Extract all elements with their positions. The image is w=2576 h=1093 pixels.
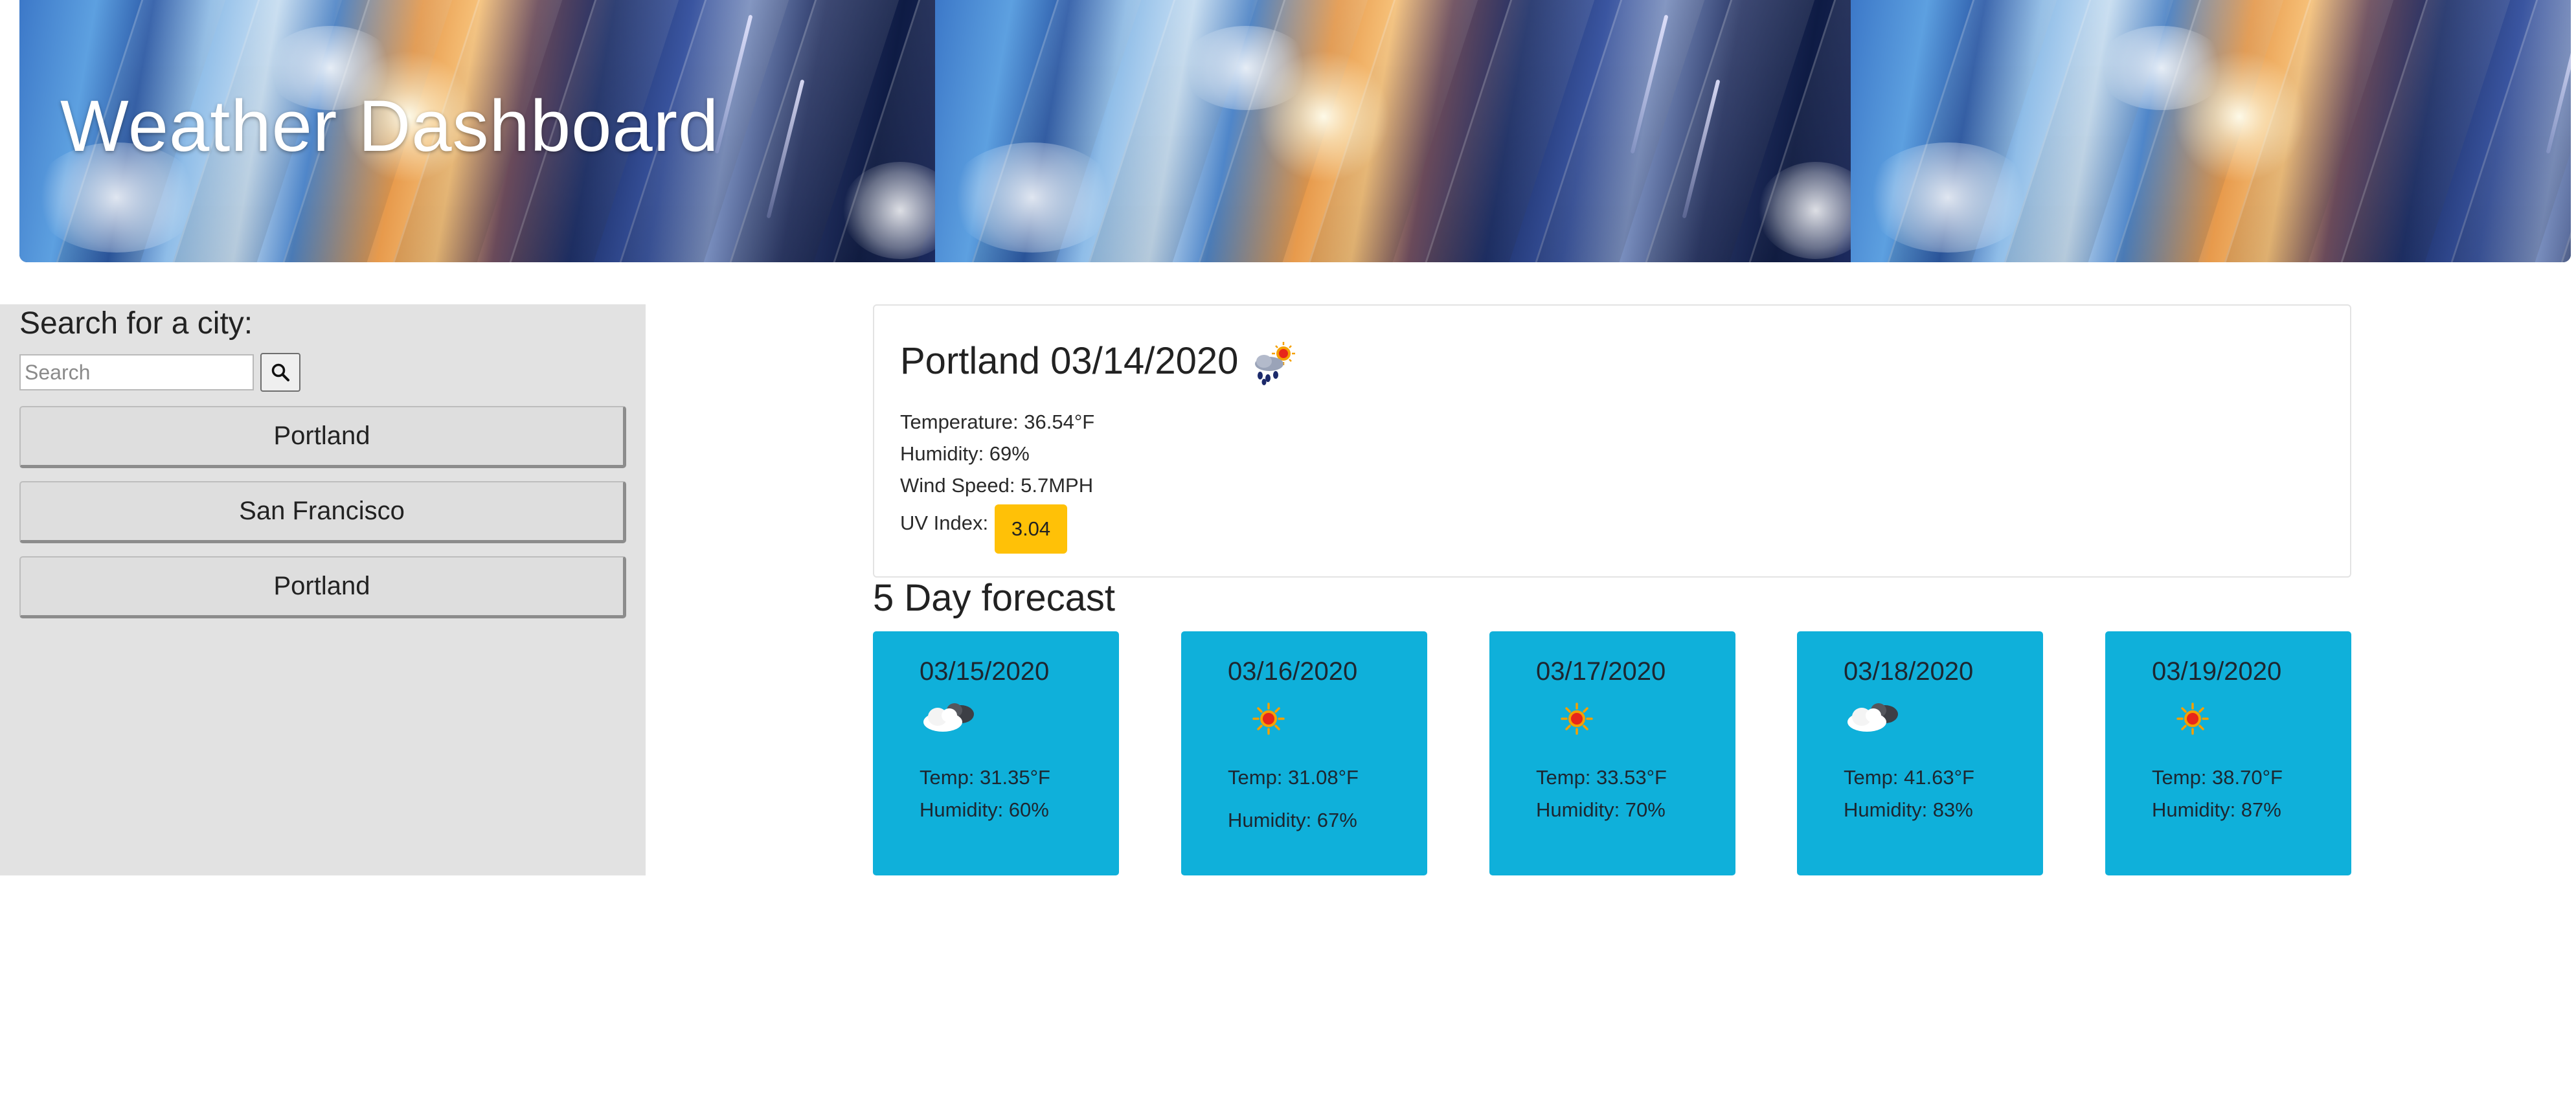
forecast-humidity: Humidity: 60%: [920, 798, 1049, 821]
forecast-card: 03/16/2020 Temp: 31.08°F Humidity: 67%: [1181, 631, 1427, 875]
page-title: Weather Dashboard: [60, 85, 719, 166]
current-humidity: Humidity: 69%: [900, 442, 1030, 465]
search-input[interactable]: [19, 354, 254, 390]
forecast-date: 03/16/2020: [1228, 657, 1358, 686]
forecast-temp: Temp: 38.70°F: [2152, 766, 2283, 789]
forecast-card: 03/15/2020 Temp: 31.35°F Humidity: 60%: [873, 631, 1119, 875]
forecast-temp: Temp: 33.53°F: [1536, 766, 1667, 789]
city-history-button[interactable]: Portland: [19, 406, 626, 468]
forecast-date: 03/18/2020: [1844, 657, 1974, 686]
forecast-card: 03/17/2020 Temp: 33.53°F Humidity: 70%: [1489, 631, 1735, 875]
search-button[interactable]: [260, 353, 300, 392]
banner-image: [1851, 0, 2571, 262]
forecast-card: 03/19/2020 Temp: 38.70°F Humidity: 87%: [2105, 631, 2351, 875]
sun-icon: [1252, 703, 1285, 735]
cloudy-icon: [923, 703, 974, 732]
forecast-temp: Temp: 31.08°F: [1228, 766, 1359, 789]
forecast-humidity: Humidity: 87%: [2152, 798, 2281, 821]
forecast-date: 03/19/2020: [2152, 657, 2282, 686]
forecast-temp: Temp: 31.35°F: [920, 766, 1050, 789]
forecast-humidity: Humidity: 70%: [1536, 798, 1666, 821]
header-banner: Weather Dashboard: [19, 0, 2571, 262]
city-history-button[interactable]: San Francisco: [19, 481, 626, 543]
forecast-date: 03/17/2020: [1536, 657, 1666, 686]
forecast-humidity: Humidity: 83%: [1844, 798, 1973, 821]
uv-index-label: UV Index:: [900, 512, 989, 534]
rain-sun-icon: [1255, 342, 1295, 385]
current-city-date: Portland 03/14/2020: [900, 340, 1239, 382]
banner-image: [935, 0, 1851, 262]
sun-icon: [2176, 703, 2209, 735]
forecast-temp: Temp: 41.63°F: [1844, 766, 1974, 789]
uv-index-badge: 3.04: [995, 504, 1067, 554]
city-history-button[interactable]: Portland: [19, 556, 626, 618]
search-heading: Search for a city:: [19, 306, 253, 341]
current-temperature: Temperature: 36.54°F: [900, 411, 1095, 433]
current-wind-speed: Wind Speed: 5.7MPH: [900, 474, 1094, 497]
forecast-heading: 5 Day forecast: [873, 577, 1115, 619]
forecast-card: 03/18/2020 Temp: 41.63°F Humidity: 83%: [1797, 631, 2043, 875]
forecast-humidity: Humidity: 67%: [1228, 809, 1357, 831]
search-icon: [271, 363, 289, 381]
current-weather-card: Portland 03/14/2020 Temperature: 36.54°F…: [873, 304, 2351, 578]
sun-icon: [1561, 703, 1593, 735]
cloudy-icon: [1847, 703, 1898, 732]
forecast-date: 03/15/2020: [920, 657, 1050, 686]
